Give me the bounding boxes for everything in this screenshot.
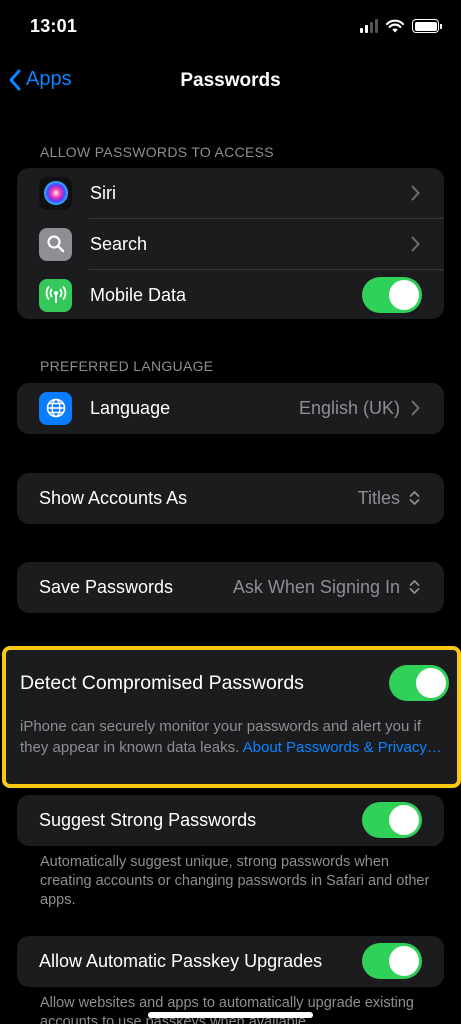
detect-compromised-highlight: Detect Compromised Passwords iPhone can … bbox=[2, 646, 461, 788]
page-title: Passwords bbox=[180, 70, 281, 91]
antenna-icon bbox=[39, 278, 72, 312]
section-header-language: PREFERRED LANGUAGE bbox=[40, 358, 214, 374]
wifi-icon bbox=[386, 19, 404, 33]
access-group: Siri Search Mobile Data bbox=[17, 168, 444, 319]
show-accounts-row[interactable]: Show Accounts As Titles bbox=[17, 473, 444, 523]
show-accounts-label: Show Accounts As bbox=[39, 487, 188, 508]
detect-compromised-toggle[interactable] bbox=[389, 665, 449, 701]
save-passwords-row[interactable]: Save Passwords Ask When Signing In bbox=[17, 562, 444, 612]
show-accounts-group: Show Accounts As Titles bbox=[17, 473, 444, 524]
language-group: Language English (UK) bbox=[17, 383, 444, 434]
status-time: 13:01 bbox=[30, 16, 78, 36]
section-header-access: ALLOW PASSWORDS TO ACCESS bbox=[40, 144, 274, 160]
suggest-strong-toggle[interactable] bbox=[362, 802, 422, 838]
language-value: English (UK) bbox=[298, 397, 400, 418]
save-passwords-label: Save Passwords bbox=[39, 576, 174, 597]
mobile-data-toggle[interactable] bbox=[362, 277, 422, 313]
passkey-upgrades-row: Allow Automatic Passkey Upgrades bbox=[17, 936, 444, 986]
status-bar: 13:01 bbox=[0, 0, 461, 56]
nav-bar: Apps Passwords bbox=[0, 56, 461, 106]
battery-icon bbox=[412, 19, 442, 33]
chevron-up-down-icon bbox=[409, 491, 420, 505]
mobile-data-row: Mobile Data bbox=[17, 270, 444, 319]
search-row[interactable]: Search bbox=[17, 219, 444, 269]
passkey-upgrades-label: Allow Automatic Passkey Upgrades bbox=[39, 950, 323, 971]
mobile-data-label: Mobile Data bbox=[90, 284, 187, 305]
about-privacy-link[interactable]: About Passwords & Privacy… bbox=[243, 739, 442, 756]
chevron-right-icon bbox=[411, 185, 420, 201]
detect-compromised-label: Detect Compromised Passwords bbox=[20, 671, 304, 694]
chevron-right-icon bbox=[411, 236, 420, 252]
detect-compromised-description: iPhone can securely monitor your passwor… bbox=[20, 716, 452, 758]
detect-compromised-row: Detect Compromised Passwords bbox=[6, 658, 457, 708]
suggest-strong-description: Automatically suggest unique, strong pas… bbox=[40, 854, 430, 908]
siri-label: Siri bbox=[90, 182, 116, 203]
chevron-up-down-icon bbox=[409, 580, 420, 594]
show-accounts-value: Titles bbox=[357, 487, 400, 508]
home-indicator[interactable] bbox=[148, 1012, 313, 1018]
globe-icon bbox=[39, 391, 72, 425]
suggest-strong-row: Suggest Strong Passwords bbox=[17, 795, 444, 845]
language-label: Language bbox=[90, 397, 171, 418]
siri-row[interactable]: Siri bbox=[17, 168, 444, 218]
suggest-strong-group: Suggest Strong Passwords bbox=[17, 795, 444, 846]
siri-icon bbox=[39, 176, 72, 210]
save-passwords-group: Save Passwords Ask When Signing In bbox=[17, 562, 444, 613]
search-icon bbox=[39, 227, 72, 261]
passkey-upgrades-group: Allow Automatic Passkey Upgrades bbox=[17, 936, 444, 987]
passkey-upgrades-description: Allow websites and apps to automatically… bbox=[40, 995, 414, 1024]
search-label: Search bbox=[90, 233, 148, 254]
language-row[interactable]: Language English (UK) bbox=[17, 383, 444, 433]
suggest-strong-label: Suggest Strong Passwords bbox=[39, 809, 257, 830]
cellular-signal-icon bbox=[360, 19, 378, 33]
chevron-right-icon bbox=[411, 400, 420, 416]
save-passwords-value: Ask When Signing In bbox=[232, 576, 400, 597]
status-icons bbox=[360, 19, 442, 33]
passkey-upgrades-toggle[interactable] bbox=[362, 943, 422, 979]
